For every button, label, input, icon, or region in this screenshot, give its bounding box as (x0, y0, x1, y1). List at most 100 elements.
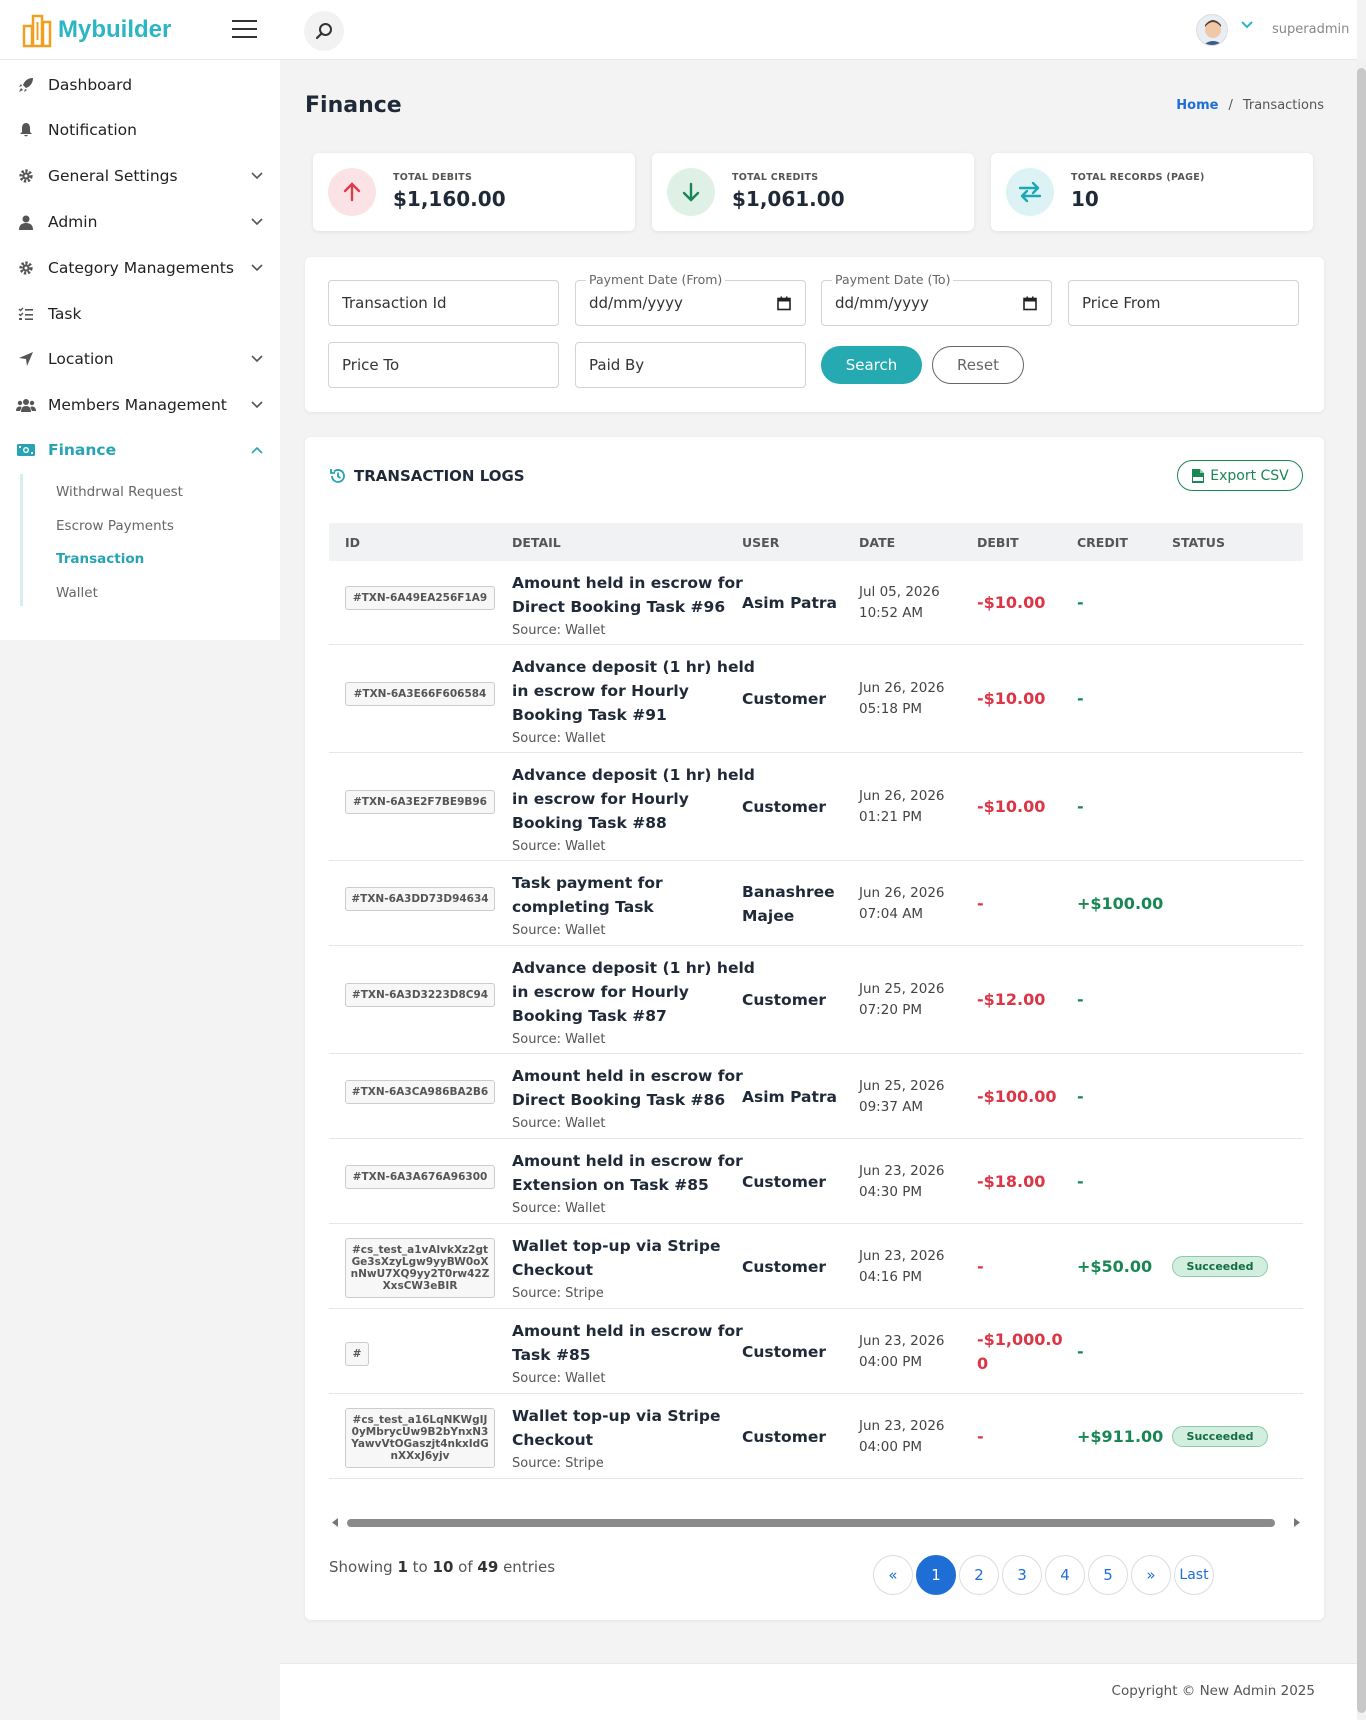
payment-date-to-input[interactable] (822, 281, 1051, 325)
transaction-date-day: Jul 05, 2026 (859, 584, 940, 600)
copyright-text: Copyright © New Admin 2025 (1111, 1683, 1315, 1699)
transaction-id-badge: #TXN-6A49EA256F1A9 (345, 586, 495, 610)
scroll-right-icon[interactable] (1293, 1518, 1300, 1527)
price-to-input[interactable] (329, 343, 558, 387)
sidebar-item-location[interactable]: Location (0, 339, 280, 379)
username-label[interactable]: superadmin (1272, 22, 1349, 37)
bell-icon (16, 120, 36, 140)
transaction-credit: - (1077, 797, 1084, 816)
sidebar-item-members-management[interactable]: Members Management (0, 385, 280, 425)
sidebar-item-general-settings[interactable]: General Settings (0, 156, 280, 196)
pagination-page-3[interactable]: 3 (1002, 1555, 1042, 1595)
calendar-icon[interactable] (777, 296, 791, 311)
transaction-date: Jun 26, 2026 07:04 AM (859, 883, 945, 925)
search-submit-button[interactable]: Search (821, 346, 922, 384)
reset-button[interactable]: Reset (932, 346, 1024, 384)
pagination-page-2[interactable]: 2 (959, 1555, 999, 1595)
transaction-detail: Wallet top-up via Stripe Checkout Source:… (512, 1404, 760, 1471)
column-header-user[interactable]: USER (742, 535, 779, 550)
search-button[interactable] (304, 11, 344, 51)
submenu-item-withdrawal-request[interactable]: Withdrwal Request (56, 484, 183, 500)
scroll-left-icon[interactable] (332, 1518, 339, 1527)
pagination-page-4[interactable]: 4 (1045, 1555, 1085, 1595)
gear-icon (16, 166, 36, 186)
filter-panel: Payment Date (From) Payment Date (To) Se… (305, 257, 1324, 412)
price-from-input[interactable] (1069, 281, 1298, 325)
breadcrumb: Home / Transactions (1176, 98, 1324, 113)
sidebar-item-label: Task (48, 305, 82, 323)
pagination-page-1[interactable]: 1 (916, 1555, 956, 1595)
app-name: Mybuilder (58, 16, 172, 43)
sidebar-item-task[interactable]: Task (0, 294, 280, 334)
table-horizontal-scrollbar[interactable] (329, 1515, 1303, 1529)
stat-card-total-debits: TOTAL DEBITS $1,160.00 (313, 153, 635, 231)
sidebar-item-category-managements[interactable]: Category Managements (0, 248, 280, 288)
sidebar-item-label: Notification (48, 121, 137, 139)
transaction-date-time: 04:30 PM (859, 1183, 922, 1200)
breadcrumb-home-link[interactable]: Home (1176, 98, 1218, 113)
column-header-status[interactable]: STATUS (1172, 535, 1225, 550)
arrow-up-icon (328, 168, 376, 216)
entries-suffix: entries (503, 1558, 556, 1576)
column-header-credit[interactable]: CREDIT (1077, 535, 1128, 550)
transaction-detail-title: Advance deposit (1 hr) held in escrow fo… (512, 959, 755, 1025)
transaction-date-day: Jun 26, 2026 (859, 788, 945, 804)
sidebar-item-admin[interactable]: Admin (0, 202, 280, 242)
sidebar: Dashboard Notification General Settings … (0, 60, 280, 640)
chevron-down-icon (251, 401, 263, 409)
calendar-icon[interactable] (1023, 296, 1037, 311)
submenu-item-transaction[interactable]: Transaction (56, 551, 144, 567)
transaction-source: Source: Wallet (512, 1032, 606, 1047)
pagination-page-5[interactable]: 5 (1088, 1555, 1128, 1595)
transaction-user: Asim Patra (742, 1087, 837, 1106)
transaction-id-input[interactable] (329, 281, 558, 325)
payment-date-from-input[interactable] (576, 281, 805, 325)
export-csv-button[interactable]: Export CSV (1177, 460, 1303, 491)
transaction-date-day: Jun 23, 2026 (859, 1247, 945, 1264)
top-bar: Mybuilder superadmin (0, 0, 1357, 60)
transaction-date-time: 07:20 PM (859, 1002, 922, 1018)
transaction-user: Banashree Majee (742, 882, 835, 925)
chevron-down-icon (251, 172, 263, 180)
transaction-detail-title: Amount held in escrow for Extension on T… (512, 1152, 743, 1194)
pagination-next-button[interactable]: » (1131, 1555, 1171, 1595)
history-icon (330, 469, 345, 483)
column-header-debit[interactable]: DEBIT (977, 535, 1019, 550)
app-logo[interactable]: Mybuilder (22, 10, 171, 50)
export-csv-label: Export CSV (1210, 467, 1289, 484)
page-scrollbar-thumb[interactable] (1357, 68, 1366, 1713)
transaction-credit: +$911.00 (1077, 1426, 1164, 1446)
pagination-first-button[interactable]: « (873, 1555, 913, 1595)
table-row: #TXN-6A3CA986BA2B6 Amount held in escrow … (329, 1054, 1303, 1139)
sidebar-item-dashboard[interactable]: Dashboard (0, 65, 280, 105)
rocket-icon (16, 75, 36, 95)
chevron-down-icon[interactable] (1240, 20, 1254, 30)
table-scroll-thumb[interactable] (347, 1519, 1275, 1527)
arrow-down-icon (667, 168, 715, 216)
column-header-detail[interactable]: DETAIL (512, 535, 561, 550)
submenu-indicator (20, 474, 23, 606)
transaction-credit: - (1077, 1341, 1084, 1361)
avatar[interactable] (1196, 14, 1228, 46)
transaction-credit: - (1077, 1086, 1084, 1106)
column-header-date[interactable]: DATE (859, 535, 895, 550)
transaction-detail-title: Advance deposit (1 hr) held in escrow fo… (512, 766, 755, 832)
exchange-icon (1006, 168, 1054, 216)
price-to-field (328, 342, 559, 388)
transaction-source: Source: Wallet (512, 1201, 606, 1216)
sidebar-item-finance[interactable]: Finance (0, 430, 280, 470)
payment-date-to-field: Payment Date (To) (821, 272, 1052, 326)
pagination-last-button[interactable]: Last (1174, 1555, 1214, 1595)
transaction-debit: -$18.00 (977, 1171, 1046, 1191)
transaction-detail: Advance deposit (1 hr) held in escrow fo… (512, 763, 760, 854)
table-row: #TXN-6A49EA256F1A9 Amount held in escrow … (329, 561, 1303, 645)
payment-date-from-field: Payment Date (From) (575, 272, 806, 326)
menu-toggle-button[interactable] (232, 20, 257, 38)
transaction-source: Source: Wallet (512, 839, 606, 854)
transaction-detail-title: Task payment for completing Task (512, 874, 663, 916)
submenu-item-escrow-payments[interactable]: Escrow Payments (56, 518, 174, 534)
paid-by-input[interactable] (576, 343, 805, 387)
column-header-id[interactable]: ID (345, 535, 360, 550)
sidebar-item-notification[interactable]: Notification (0, 110, 280, 150)
submenu-item-wallet[interactable]: Wallet (56, 585, 98, 601)
